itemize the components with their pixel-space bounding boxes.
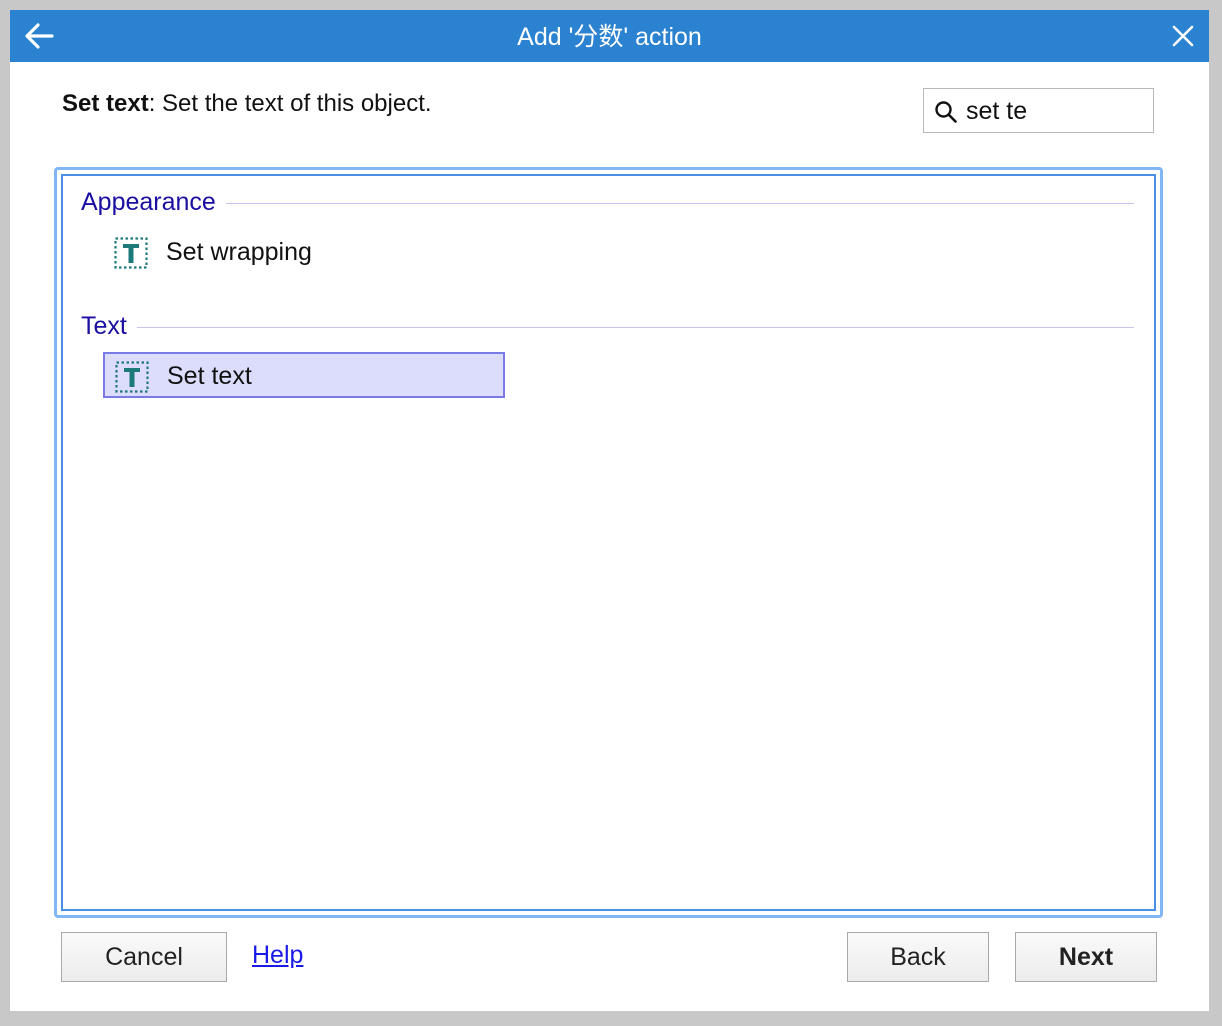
close-icon [1172, 25, 1194, 47]
action-list: Appearance Set wrapping Text Set text [54, 167, 1163, 918]
search-input[interactable] [966, 93, 1146, 129]
help-link[interactable]: Help [252, 941, 303, 970]
action-description-text: : Set the text of this object. [148, 90, 432, 117]
group-label: Appearance [81, 186, 226, 218]
text-object-icon [114, 237, 148, 269]
action-item-label: Set text [167, 362, 252, 390]
search-box[interactable] [923, 88, 1154, 133]
group-label: Text [81, 310, 137, 342]
title-bar: Add '分数' action [10, 10, 1209, 62]
action-description: Set text: Set the text of this object. [62, 90, 432, 118]
action-list-inner: Appearance Set wrapping Text Set text [61, 174, 1156, 911]
action-item-label: Set wrapping [166, 238, 312, 266]
next-button[interactable]: Next [1015, 932, 1157, 982]
group-header-appearance: Appearance [81, 186, 1134, 218]
group-divider [81, 327, 1134, 328]
cancel-button[interactable]: Cancel [61, 932, 227, 982]
back-button[interactable]: Back [847, 932, 989, 982]
search-icon [935, 101, 957, 123]
action-item-set-text[interactable]: Set text [103, 352, 505, 398]
add-action-dialog: Add '分数' action Set text: Set the text o… [10, 10, 1209, 1011]
dialog-title: Add '分数' action [517, 23, 702, 51]
group-divider [81, 203, 1134, 204]
text-object-icon [115, 361, 149, 393]
close-button[interactable] [1169, 22, 1197, 50]
action-name: Set text [62, 90, 149, 117]
group-header-text: Text [81, 310, 1134, 342]
action-item-set-wrapping[interactable]: Set wrapping [103, 229, 505, 275]
